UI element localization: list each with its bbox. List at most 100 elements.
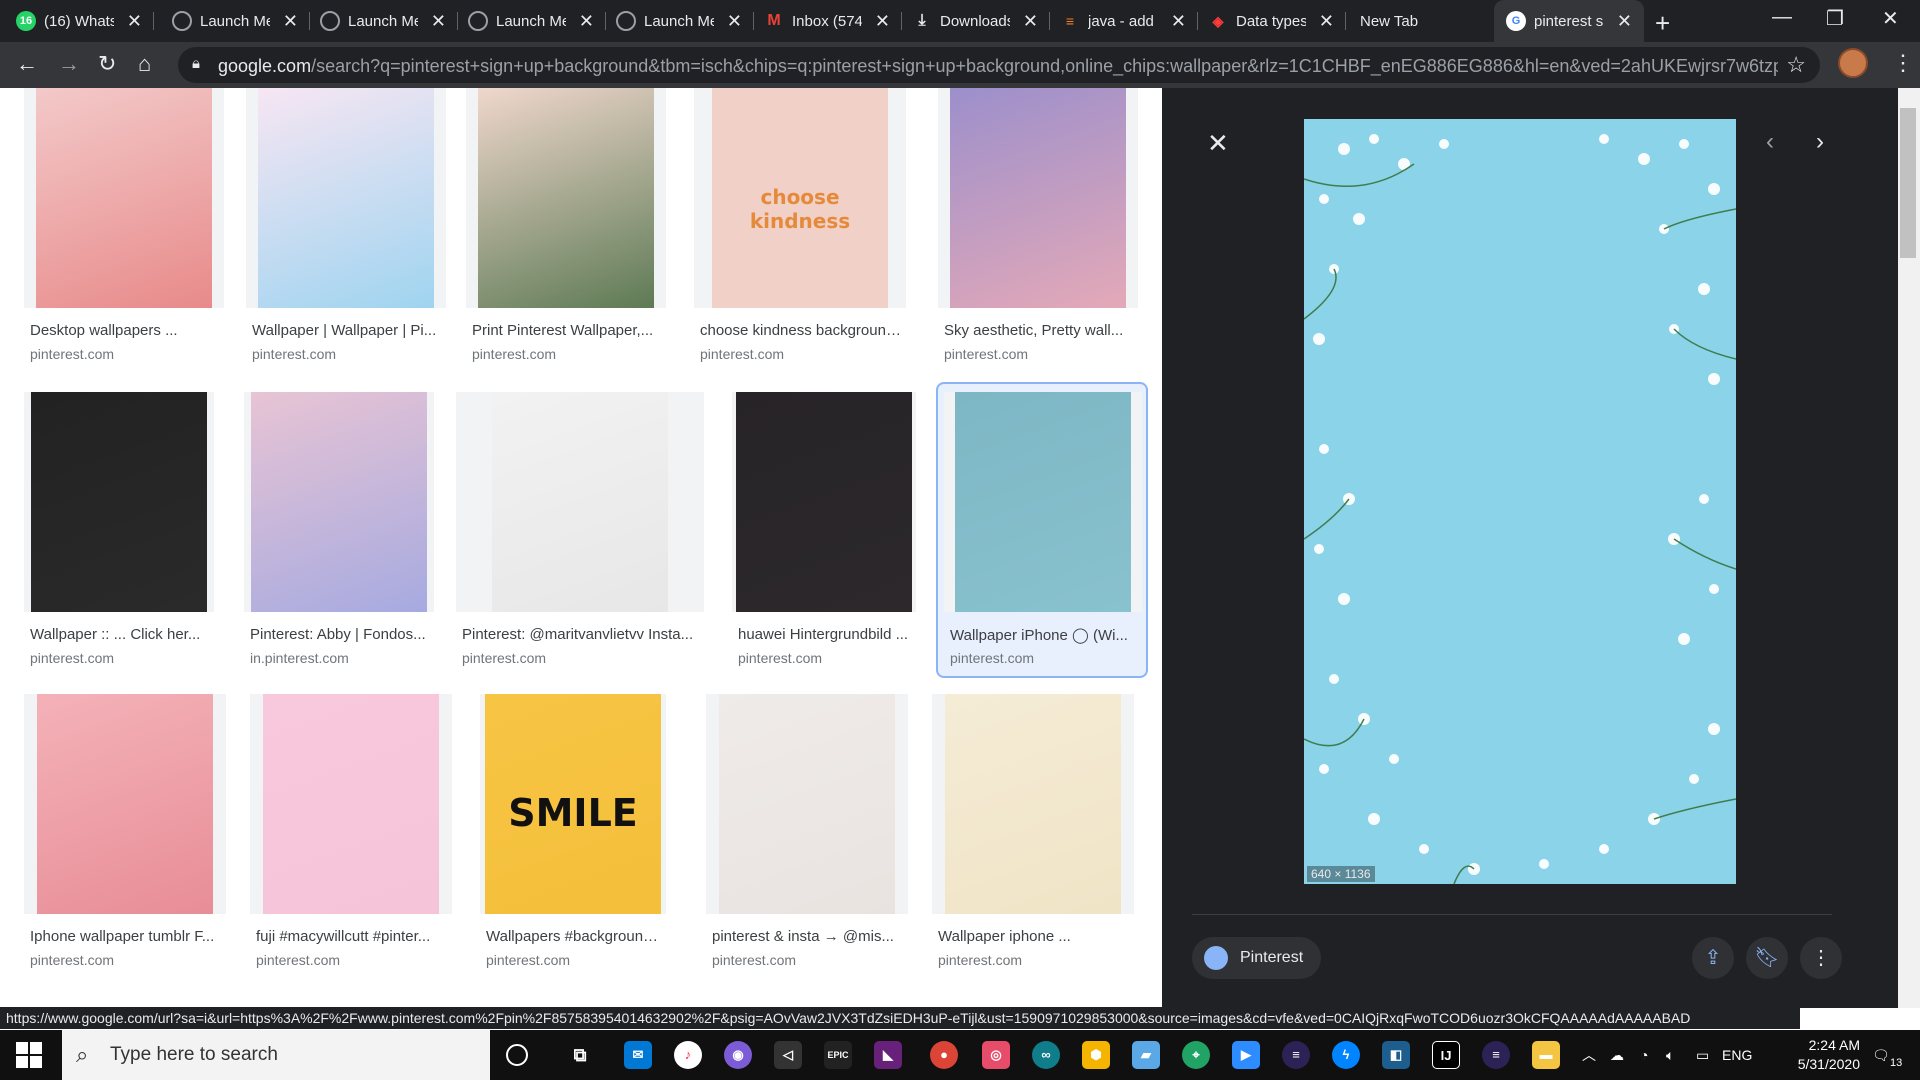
- arduino-icon[interactable]: ∞: [1032, 1041, 1060, 1069]
- result-source[interactable]: pinterest.com: [712, 952, 796, 968]
- page-scrollbar[interactable]: [1882, 88, 1898, 1008]
- result-thumbnail[interactable]: [24, 88, 224, 308]
- result-thumbnail[interactable]: [24, 694, 226, 914]
- more-options-button[interactable]: ⋮: [1800, 937, 1842, 979]
- source-chip[interactable]: Pinterest: [1192, 937, 1322, 979]
- image-result[interactable]: Print Pinterest Wallpaper,... pinterest.c…: [466, 88, 666, 378]
- result-thumbnail[interactable]: [466, 88, 666, 308]
- reload-button[interactable]: ↻: [98, 51, 116, 77]
- image-result[interactable]: Pinterest: @maritvanvlietvv Insta... pint…: [456, 392, 704, 682]
- next-arrow-icon[interactable]: ›: [1816, 128, 1824, 156]
- image-result[interactable]: Sky aesthetic, Pretty wall... pinterest.c…: [938, 88, 1138, 378]
- result-source[interactable]: pinterest.com: [256, 952, 340, 968]
- restore-button[interactable]: ❐: [1826, 6, 1844, 31]
- result-title[interactable]: Sky aesthetic, Pretty wall...: [944, 322, 1138, 339]
- battery-icon[interactable]: ▭: [1696, 1030, 1709, 1080]
- tab-launch-meeting-3[interactable]: Launch Meeting ✕: [456, 0, 606, 42]
- preview-image[interactable]: [1304, 119, 1736, 884]
- url-text[interactable]: google.com/search?q=pinterest+sign+up+ba…: [218, 56, 1778, 77]
- result-source[interactable]: pinterest.com: [462, 650, 546, 666]
- scrollbar-thumb[interactable]: [1900, 108, 1916, 258]
- result-source[interactable]: pinterest.com: [738, 650, 822, 666]
- result-title[interactable]: pinterest & insta → @mis...: [712, 928, 908, 945]
- result-title[interactable]: huawei Hintergrundbild ...: [738, 626, 916, 643]
- close-window-button[interactable]: ✕: [1882, 6, 1899, 31]
- new-tab-button[interactable]: +: [1655, 8, 1670, 39]
- result-source[interactable]: pinterest.com: [30, 952, 114, 968]
- result-thumbnail[interactable]: [944, 392, 1142, 612]
- result-source[interactable]: in.pinterest.com: [250, 650, 349, 666]
- onedrive-icon[interactable]: ☁: [1610, 1030, 1624, 1080]
- chrome-menu-icon[interactable]: ⋮: [1892, 50, 1914, 76]
- tab-whatsapp[interactable]: 16 (16) WhatsApp ✕: [4, 0, 154, 42]
- forward-button[interactable]: →: [58, 51, 80, 77]
- result-source[interactable]: pinterest.com: [252, 346, 336, 362]
- tab-launch-meeting-1[interactable]: Launch Meeting ✕: [160, 0, 310, 42]
- zoom-icon[interactable]: ▶: [1232, 1041, 1260, 1069]
- tab-google-images[interactable]: G pinterest sign up ✕: [1494, 0, 1644, 42]
- taskbar-search-input[interactable]: ⌕ Type here to search: [62, 1030, 490, 1080]
- mail-icon[interactable]: ✉: [624, 1041, 652, 1069]
- result-title[interactable]: Wallpapers #background ...: [486, 928, 666, 945]
- notifications-icon[interactable]: 🗨︎: [1872, 1030, 1890, 1080]
- result-thumbnail[interactable]: [456, 392, 704, 612]
- epic-games-icon[interactable]: EPIC: [824, 1041, 852, 1069]
- result-source[interactable]: pinterest.com: [700, 346, 784, 362]
- box-app-icon[interactable]: ⬢: [1082, 1041, 1110, 1069]
- instagram-icon[interactable]: ◎: [982, 1041, 1010, 1069]
- tab-launch-meeting-4[interactable]: Launch Meeting ✕: [604, 0, 754, 42]
- image-result[interactable]: SMILE Wallpapers #background ... pinterest…: [480, 694, 666, 984]
- wifi-icon[interactable]: ◔: [1640, 1030, 1648, 1080]
- image-result[interactable]: fuji #macywillcutt #pinter... pinterest.c…: [250, 694, 452, 984]
- close-icon[interactable]: ✕: [1207, 128, 1229, 159]
- show-hidden-icons-icon[interactable]: ︿: [1582, 1030, 1596, 1080]
- close-icon[interactable]: ✕: [1023, 11, 1038, 31]
- image-result[interactable]: Wallpaper | Wallpaper | Pi... pinterest.c…: [246, 88, 446, 378]
- eclipse-icon-2[interactable]: ≡: [1482, 1041, 1510, 1069]
- itunes-icon[interactable]: ♪: [674, 1041, 702, 1069]
- result-thumbnail[interactable]: SMILE: [480, 694, 666, 914]
- result-source[interactable]: pinterest.com: [472, 346, 556, 362]
- result-source[interactable]: pinterest.com: [486, 952, 570, 968]
- result-thumbnail[interactable]: [732, 392, 916, 612]
- task-view-icon[interactable]: ⧉: [566, 1041, 594, 1069]
- image-result[interactable]: Iphone wallpaper tumblr F... pinterest.co…: [24, 694, 226, 984]
- save-bookmark-button[interactable]: 🔖︎: [1746, 937, 1788, 979]
- result-source[interactable]: pinterest.com: [30, 650, 114, 666]
- chrome-icon[interactable]: ●: [930, 1041, 958, 1069]
- podcast-icon[interactable]: ◉: [724, 1041, 752, 1069]
- close-icon[interactable]: ✕: [127, 11, 142, 31]
- tab-new-tab[interactable]: New Tab: [1344, 0, 1494, 42]
- previous-arrow-icon[interactable]: ‹: [1766, 128, 1774, 156]
- result-thumbnail[interactable]: [246, 88, 446, 308]
- result-title[interactable]: Desktop wallpapers ...: [30, 322, 224, 339]
- result-title[interactable]: Wallpaper | Wallpaper | Pi...: [252, 322, 446, 339]
- result-title[interactable]: Wallpaper :: ... Click her...: [30, 626, 214, 643]
- language-indicator[interactable]: ENG: [1722, 1030, 1752, 1080]
- result-source[interactable]: pinterest.com: [944, 346, 1028, 362]
- visual-studio-icon[interactable]: ◣: [874, 1041, 902, 1069]
- result-title[interactable]: Pinterest: Abby | Fondos...: [250, 626, 434, 643]
- result-source[interactable]: pinterest.com: [938, 952, 1022, 968]
- image-result[interactable]: pinterest & insta → @mis... pinterest.com: [706, 694, 908, 984]
- result-thumbnail[interactable]: [250, 694, 452, 914]
- tab-stackoverflow[interactable]: ≡ java - add ✕: [1048, 0, 1198, 42]
- eclipse-icon[interactable]: ≡: [1282, 1041, 1310, 1069]
- image-result[interactable]: Wallpaper iphone ... pinterest.com: [932, 694, 1134, 984]
- image-result[interactable]: Wallpaper iPhone ◯ (Wi... pinterest.com: [944, 392, 1142, 682]
- share-button[interactable]: ⇪: [1692, 937, 1734, 979]
- result-title[interactable]: Wallpaper iphone ...: [938, 928, 1134, 945]
- network-tool-icon[interactable]: ◧: [1382, 1041, 1410, 1069]
- close-icon[interactable]: ✕: [875, 11, 890, 31]
- result-thumbnail[interactable]: [932, 694, 1134, 914]
- tab-downloads[interactable]: ⤓ Downloads ✕: [900, 0, 1050, 42]
- tab-launch-meeting-2[interactable]: Launch Meeting ✕: [308, 0, 458, 42]
- result-thumbnail[interactable]: [24, 392, 214, 612]
- image-result[interactable]: Pinterest: Abby | Fondos... in.pinterest.…: [244, 392, 434, 682]
- result-title[interactable]: Print Pinterest Wallpaper,...: [472, 322, 666, 339]
- clock[interactable]: 2:24 AM 5/31/2020: [1760, 1036, 1860, 1074]
- result-thumbnail[interactable]: choose kindness: [694, 88, 906, 308]
- cortana-icon[interactable]: [506, 1044, 528, 1066]
- result-title[interactable]: Iphone wallpaper tumblr F...: [30, 928, 226, 945]
- address-bar[interactable]: 🔒︎ google.com/search?q=pinterest+sign+up…: [178, 47, 1820, 83]
